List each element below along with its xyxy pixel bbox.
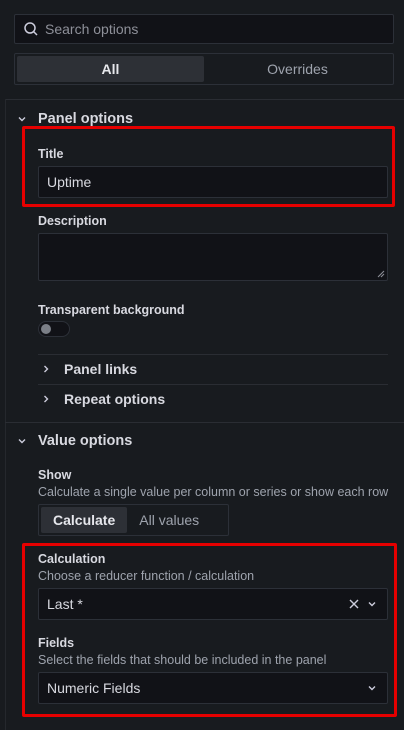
select-actions [349,589,377,619]
calculation-select[interactable]: Last * [38,588,388,620]
fields-description: Select the fields that should be include… [38,653,327,667]
chevron-down-icon[interactable] [367,599,377,609]
show-description: Calculate a single value per column or s… [38,485,389,499]
radio-all-values[interactable]: All values [127,507,211,533]
chevron-down-icon [18,117,26,122]
description-textarea[interactable] [38,233,388,281]
tab-all[interactable]: All [17,56,204,82]
resize-handle-icon[interactable] [377,270,385,278]
panel-links-label: Panel links [64,361,138,377]
panel-options-header[interactable]: Panel options [16,111,133,127]
calculation-label: Calculation [38,552,106,566]
chevron-right-icon [44,395,49,403]
show-label: Show [38,468,72,482]
divider [38,354,388,355]
panel-options-title: Panel options [38,111,134,127]
calculation-value: Last * [47,596,83,612]
fields-label: Fields [38,636,75,650]
transparent-toggle[interactable] [38,321,70,337]
divider [5,422,404,423]
panel-border [5,99,6,730]
show-radio-group: Calculate All values [38,504,229,536]
repeat-options-label: Repeat options [64,391,166,407]
calculation-description: Choose a reducer function / calculation [38,569,255,583]
chevron-down-icon[interactable] [367,683,377,693]
panel-links-row[interactable]: Panel links [38,361,388,377]
fields-select[interactable]: Numeric Fields [38,672,388,704]
value-options-header[interactable]: Value options [16,433,132,449]
divider [5,99,404,100]
close-icon[interactable] [349,599,359,609]
value-options-title: Value options [38,433,133,449]
title-label: Title [38,147,64,161]
radio-calculate[interactable]: Calculate [41,507,128,533]
chevron-right-icon [44,365,49,373]
fields-value: Numeric Fields [47,680,141,696]
options-tabs: All Overrides [14,53,394,85]
select-actions [367,673,377,703]
transparent-label: Transparent background [38,303,185,317]
search-icon [24,22,38,36]
search-placeholder: Search options [45,21,139,37]
description-label: Description [38,214,107,228]
repeat-options-row[interactable]: Repeat options [38,391,388,407]
divider [38,384,388,385]
search-input[interactable]: Search options [14,14,394,44]
toggle-knob [41,324,51,334]
title-input[interactable]: Uptime [38,166,388,198]
chevron-down-icon [18,439,26,444]
tab-overrides[interactable]: Overrides [204,56,391,82]
